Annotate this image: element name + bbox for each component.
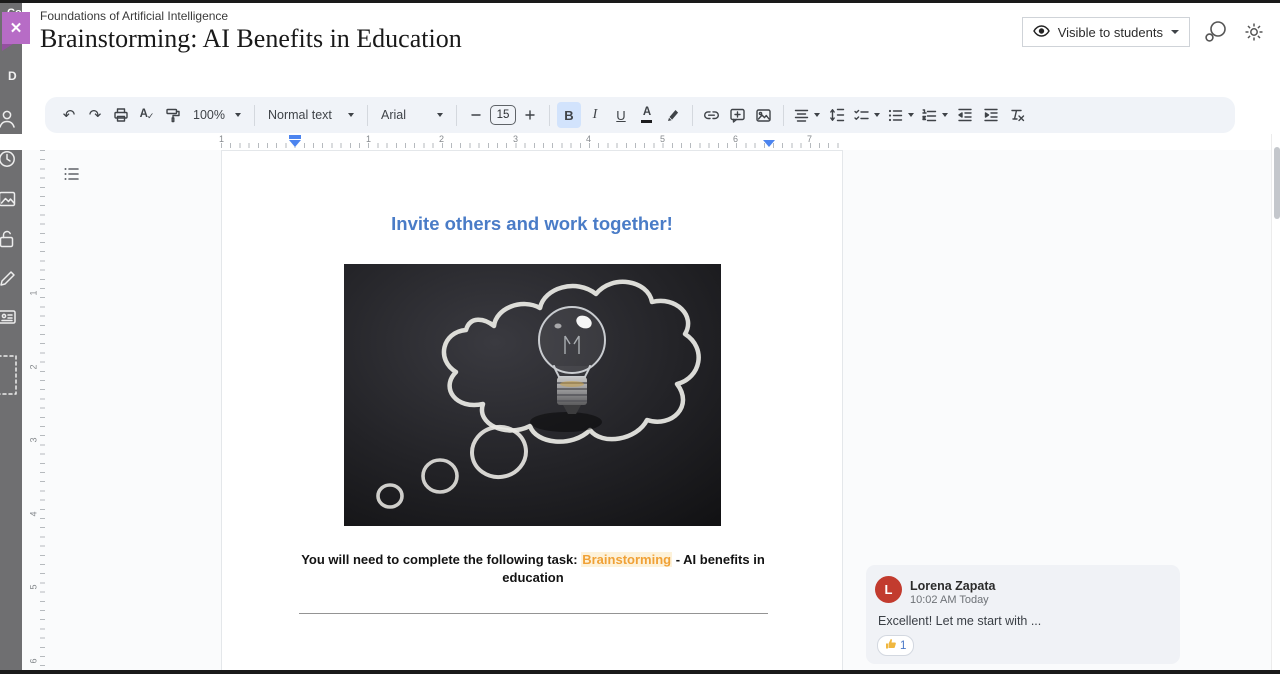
bulleted-list-button[interactable]: [885, 102, 917, 128]
close-panel-button[interactable]: ✕: [2, 12, 30, 44]
lightbulb-chalkboard-image[interactable]: [344, 264, 721, 526]
ruler-label: 3: [513, 134, 518, 144]
chevron-down-icon: [908, 113, 914, 117]
ruler-ticks: [221, 143, 843, 148]
clear-formatting-button[interactable]: [1005, 102, 1029, 128]
numbered-list-button[interactable]: [919, 102, 951, 128]
horizontal-ruler[interactable]: 1 1 2 3 4 5 6 7: [0, 134, 1271, 150]
insert-link-button[interactable]: [700, 102, 724, 128]
dashed-selection-icon[interactable]: [0, 353, 19, 397]
paragraph-style-select[interactable]: Normal text: [262, 102, 360, 128]
reaction-pill[interactable]: 1: [877, 635, 914, 656]
increase-indent-button[interactable]: [979, 102, 1003, 128]
close-icon: ✕: [10, 21, 23, 36]
paint-format-button[interactable]: [161, 102, 185, 128]
chevron-down-icon: [437, 113, 443, 117]
font-select[interactable]: Arial: [375, 102, 449, 128]
decrease-indent-button[interactable]: [953, 102, 977, 128]
print-button[interactable]: [109, 102, 133, 128]
highlight-color-button[interactable]: [661, 102, 685, 128]
gear-icon[interactable]: [1242, 20, 1266, 44]
horizontal-rule: [299, 613, 768, 614]
comment-author: Lorena Zapata: [910, 579, 995, 593]
ruler-label: 7: [807, 134, 812, 144]
ruler-label: 2: [439, 134, 444, 144]
chevron-down-icon: [942, 113, 948, 117]
ribbon-fold: [2, 44, 13, 51]
course-sidebar: Co D: [0, 3, 22, 670]
bold-button[interactable]: B: [557, 102, 581, 128]
right-indent-marker[interactable]: [763, 140, 775, 147]
decrease-font-button[interactable]: [464, 102, 488, 128]
thumbs-up-icon: [885, 637, 897, 655]
chevron-down-icon: [235, 113, 241, 117]
document-heading[interactable]: Invite others and work together!: [222, 213, 842, 235]
text-color-button[interactable]: A: [635, 102, 659, 128]
comment-body: Excellent! Let me start with ...: [878, 614, 1041, 628]
align-button[interactable]: [791, 102, 823, 128]
visibility-label: Visible to students: [1058, 25, 1163, 40]
zoom-select[interactable]: 100%: [187, 102, 247, 128]
ruler-label: 6: [733, 134, 738, 144]
document-outline-icon[interactable]: [62, 164, 82, 184]
unlock-icon[interactable]: [0, 227, 19, 251]
eye-icon: [1033, 25, 1050, 40]
font-size-field[interactable]: 15: [490, 105, 516, 125]
ruler-label: 6: [29, 658, 39, 663]
ruler-label: 1: [219, 134, 224, 144]
ruler-ticks: [40, 150, 45, 670]
ruler-label: 1: [366, 134, 371, 144]
visibility-dropdown[interactable]: Visible to students: [1022, 17, 1190, 47]
comment-timestamp: 10:02 AM Today: [910, 594, 989, 606]
id-card-icon[interactable]: [0, 305, 19, 329]
first-line-indent-marker[interactable]: [289, 135, 301, 139]
ruler-label: 4: [29, 511, 39, 516]
document-page[interactable]: Invite others and work together!: [221, 150, 843, 670]
chevron-down-icon: [348, 113, 354, 117]
increase-font-button[interactable]: [518, 102, 542, 128]
checklist-button[interactable]: [851, 102, 883, 128]
ruler-label: 1: [29, 290, 39, 295]
comment-card[interactable]: L Lorena Zapata 10:02 AM Today Excellent…: [866, 565, 1180, 664]
italic-button[interactable]: I: [583, 102, 607, 128]
header: Foundations of Artificial Intelligence B…: [22, 3, 1280, 71]
breadcrumb[interactable]: Foundations of Artificial Intelligence: [40, 9, 228, 23]
add-comment-button[interactable]: [726, 102, 750, 128]
scrollbar-thumb[interactable]: [1274, 147, 1280, 219]
task-highlight[interactable]: Brainstorming: [581, 552, 672, 567]
vertical-ruler[interactable]: 123456: [33, 150, 45, 670]
ruler-label: 2: [29, 364, 39, 369]
chevron-down-icon: [1171, 30, 1179, 34]
student-preview-icon[interactable]: [1204, 20, 1228, 44]
insert-image-button[interactable]: [752, 102, 776, 128]
spellcheck-button[interactable]: A✓: [135, 102, 159, 128]
pencil-icon[interactable]: [0, 267, 19, 291]
left-indent-marker[interactable]: [289, 140, 301, 147]
scrollbar-track[interactable]: [1271, 134, 1280, 670]
task-prefix: You will need to complete the following …: [301, 552, 581, 567]
formatting-toolbar: ↶ ↷ A✓ 100% Normal text Arial 15: [45, 97, 1235, 133]
ruler-label: 4: [586, 134, 591, 144]
task-paragraph[interactable]: You will need to complete the following …: [293, 551, 773, 587]
ruler-label: 5: [29, 584, 39, 589]
reaction-count: 1: [900, 640, 906, 652]
page-title: Brainstorming: AI Benefits in Education: [40, 24, 462, 54]
chevron-down-icon: [874, 113, 880, 117]
underline-button[interactable]: U: [609, 102, 633, 128]
doc-label: D: [8, 69, 17, 83]
clock-icon[interactable]: [0, 147, 19, 171]
person-icon[interactable]: [0, 107, 19, 131]
app-window: Co D ✕ Foundations of Artificial Intell: [0, 0, 1280, 674]
undo-button[interactable]: ↶: [57, 102, 81, 128]
ruler-label: 5: [660, 134, 665, 144]
redo-button[interactable]: ↷: [83, 102, 107, 128]
avatar: L: [875, 576, 902, 603]
image-icon[interactable]: [0, 187, 19, 211]
line-spacing-button[interactable]: [825, 102, 849, 128]
ruler-label: 3: [29, 437, 39, 442]
chevron-down-icon: [814, 113, 820, 117]
